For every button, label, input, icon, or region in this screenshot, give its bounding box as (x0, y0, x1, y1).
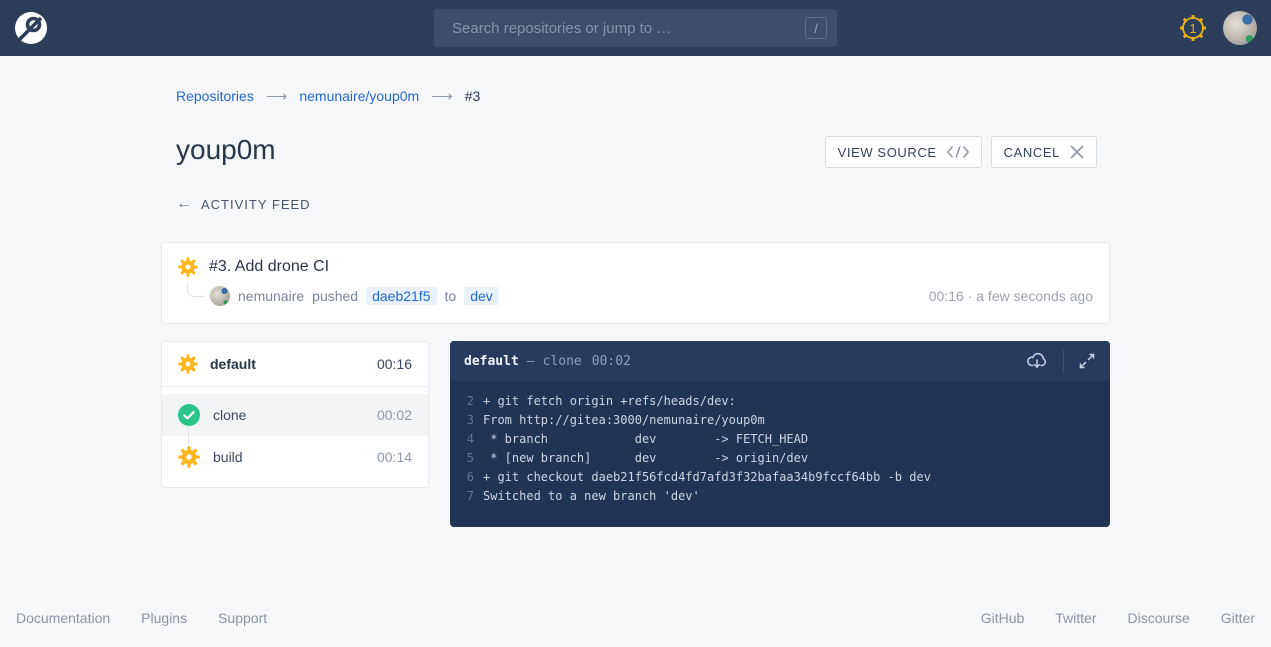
cancel-button[interactable]: CANCEL (991, 136, 1097, 168)
log-line-number: 4 (464, 430, 474, 449)
topbar-right-group: 1 (1177, 0, 1257, 56)
expand-console-button[interactable] (1078, 352, 1096, 370)
console-step-name: clone (543, 354, 582, 369)
step-name: build (213, 449, 243, 465)
footer-link-support[interactable]: Support (218, 610, 267, 626)
tree-connector (187, 282, 204, 297)
step-duration: 00:02 (377, 407, 412, 423)
stage-name: default (210, 356, 256, 372)
step-list: clone 00:02 build 00:14 (162, 387, 428, 487)
footer-right-links: GitHub Twitter Discourse Gitter (981, 610, 1255, 626)
build-duration: 00:16 (929, 288, 964, 304)
footer-link-documentation[interactable]: Documentation (16, 610, 110, 626)
log-line: 6+ git checkout daeb21f56fcd4fd7afd3f32b… (450, 468, 1110, 487)
running-gear-icon (178, 354, 198, 374)
log-line-text: Switched to a new branch 'dev' (474, 487, 700, 506)
step-row-clone[interactable]: clone 00:02 (162, 394, 428, 436)
commit-chip[interactable]: daeb21f5 (366, 287, 436, 305)
footer-link-github[interactable]: GitHub (981, 610, 1025, 626)
breadcrumb: Repositories ⟶ nemunaire/youp0m ⟶ #3 (176, 87, 480, 105)
log-line-number: 5 (464, 449, 474, 468)
build-author: nemunaire (238, 288, 304, 304)
footer-link-twitter[interactable]: Twitter (1055, 610, 1096, 626)
console-dash: — (527, 354, 535, 369)
view-source-button[interactable]: VIEW SOURCE (825, 136, 982, 168)
drone-logo-icon[interactable] (14, 11, 48, 45)
activity-feed-link[interactable]: ← ACTIVITY FEED (176, 195, 311, 213)
footer-link-gitter[interactable]: Gitter (1221, 610, 1255, 626)
build-action: pushed (312, 288, 358, 304)
log-line-number: 7 (464, 487, 474, 506)
log-line-text: From http://gitea:3000/nemunaire/youp0m (474, 411, 765, 430)
console-stage-name: default (464, 354, 519, 369)
user-avatar[interactable] (1223, 11, 1257, 45)
breadcrumb-item: #3 (465, 88, 481, 104)
build-title: #3. Add drone CI (209, 258, 329, 276)
console-log[interactable]: 2+ git fetch origin +refs/heads/dev:3Fro… (450, 381, 1110, 506)
download-log-button[interactable] (1025, 349, 1049, 373)
log-line-text: + git fetch origin +refs/heads/dev: (474, 392, 736, 411)
step-duration: 00:14 (377, 449, 412, 465)
code-icon (947, 145, 969, 159)
search-shortcut-key: / (805, 17, 827, 39)
cancel-label: CANCEL (1004, 145, 1060, 160)
branch-chip[interactable]: dev (464, 287, 499, 305)
action-buttons: VIEW SOURCE CANCEL (825, 136, 1097, 168)
log-line-number: 6 (464, 468, 474, 487)
log-line: 4 * branch dev -> FETCH_HEAD (450, 430, 1110, 449)
running-gear-icon (178, 446, 200, 468)
console-panel: default — clone 00:02 (450, 341, 1110, 527)
build-meta: 00:16 · a few seconds ago (929, 288, 1093, 304)
log-line: 2+ git fetch origin +refs/heads/dev: (450, 392, 1110, 411)
breadcrumb-arrow-icon: ⟶ (266, 87, 288, 105)
divider (1063, 349, 1064, 373)
author-avatar (210, 286, 230, 306)
log-line: 3From http://gitea:3000/nemunaire/youp0m (450, 411, 1110, 430)
stage-header[interactable]: default 00:16 (162, 342, 428, 387)
badge-count: 1 (1189, 21, 1196, 36)
step-name: clone (213, 407, 246, 423)
stage-duration: 00:16 (377, 356, 412, 372)
console-step-duration: 00:02 (592, 354, 631, 369)
log-line: 5 * [new branch] dev -> origin/dev (450, 449, 1110, 468)
running-builds-badge[interactable]: 1 (1177, 12, 1209, 44)
search-box[interactable]: / (434, 9, 837, 47)
log-line-text: * [new branch] dev -> origin/dev (474, 449, 808, 468)
breadcrumb-item[interactable]: nemunaire/youp0m (299, 88, 419, 104)
footer-link-plugins[interactable]: Plugins (141, 610, 187, 626)
log-line-number: 2 (464, 392, 474, 411)
breadcrumb-arrow-icon: ⟶ (431, 87, 453, 105)
success-check-icon (178, 404, 200, 426)
build-time-ago: a few seconds ago (976, 288, 1093, 304)
activity-feed-label: ACTIVITY FEED (201, 197, 311, 212)
running-gear-icon (178, 257, 198, 277)
close-icon (1070, 145, 1084, 159)
build-summary-card[interactable]: #3. Add drone CI nemunaire pushed daeb21… (161, 242, 1110, 324)
top-navigation-bar: / 1 (0, 0, 1271, 56)
meta-dot: · (968, 288, 973, 304)
page-title: youp0m (176, 134, 276, 166)
search-input[interactable] (452, 20, 805, 37)
console-header: default — clone 00:02 (450, 341, 1110, 381)
footer-left-links: Documentation Plugins Support (16, 610, 267, 626)
log-line-text: + git checkout daeb21f56fcd4fd7afd3f32ba… (474, 468, 931, 487)
step-row-build[interactable]: build 00:14 (162, 436, 428, 478)
breadcrumb-item[interactable]: Repositories (176, 88, 254, 104)
to-word: to (445, 288, 457, 304)
log-line-number: 3 (464, 411, 474, 430)
log-line-text: * branch dev -> FETCH_HEAD (474, 430, 808, 449)
view-source-label: VIEW SOURCE (838, 145, 937, 160)
left-arrow-icon: ← (176, 195, 193, 213)
log-line: 7Switched to a new branch 'dev' (450, 487, 1110, 506)
footer-link-discourse[interactable]: Discourse (1128, 610, 1190, 626)
stage-list-card: default 00:16 clone 00:02 build 00:14 (161, 341, 429, 488)
